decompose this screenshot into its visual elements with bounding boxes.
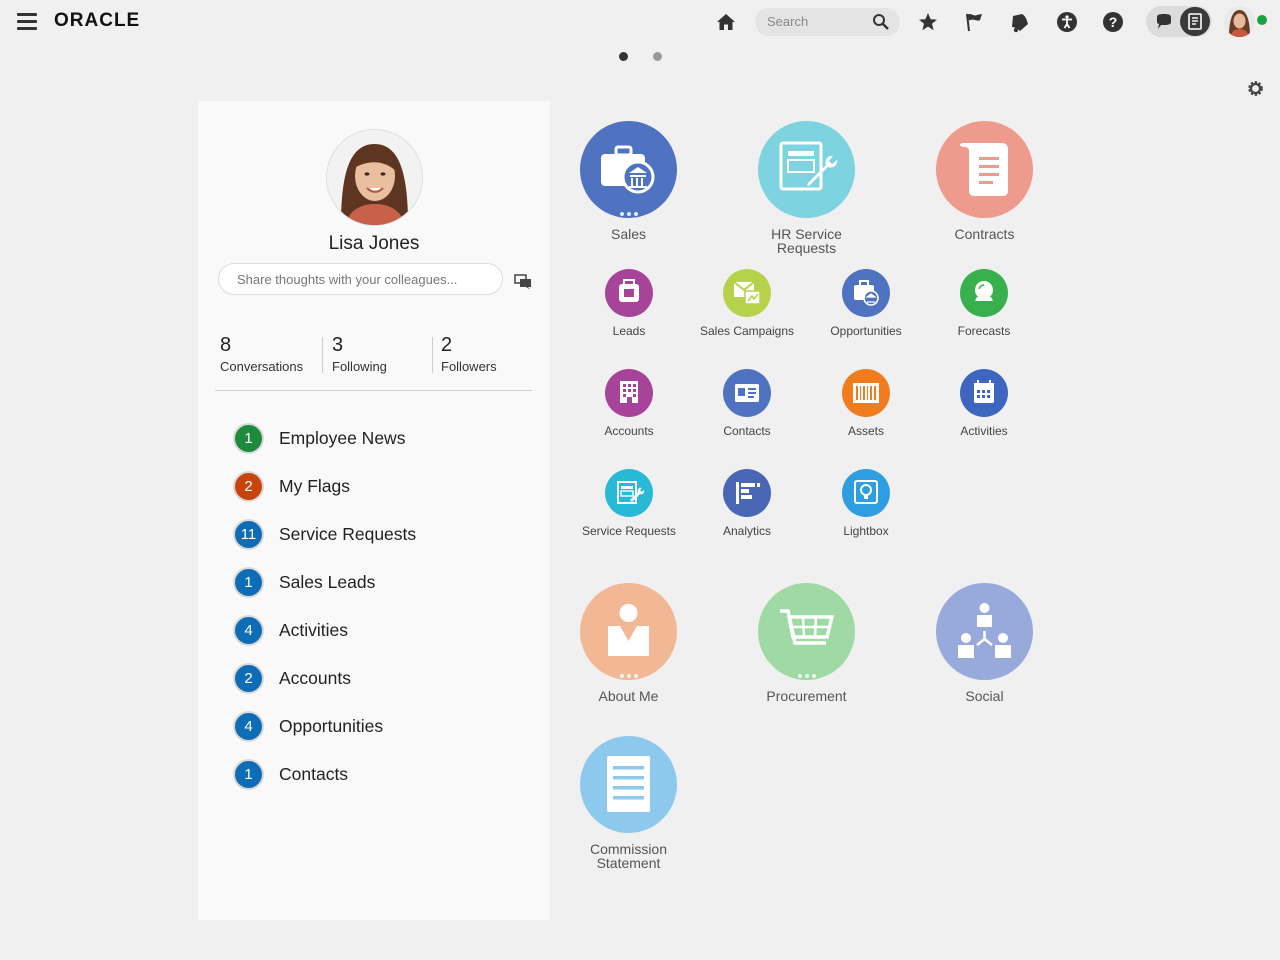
worklist-item-sales-leads[interactable]: 1 Sales Leads: [233, 565, 533, 613]
worklist-label: Employee News: [279, 428, 406, 448]
app-label: HR Service Requests: [771, 226, 842, 256]
gear-icon[interactable]: [1246, 79, 1265, 98]
app-label: Sales: [610, 226, 647, 242]
stat-label: Followers: [441, 359, 497, 374]
count-badge: 1: [233, 759, 264, 790]
divider: [215, 390, 532, 391]
app-label: Commission Statement: [589, 841, 667, 871]
search-field[interactable]: [755, 8, 900, 36]
count-badge: 1: [233, 423, 264, 454]
briefcase-icon: [580, 121, 677, 218]
help-icon[interactable]: ?: [1101, 10, 1125, 34]
app-label: Social: [965, 688, 1004, 704]
worklist-item-employee-news[interactable]: 1 Employee News: [233, 421, 533, 469]
worklist-item-accounts[interactable]: 2 Accounts: [233, 661, 533, 709]
worklist-label: Opportunities: [279, 716, 384, 736]
stat-label: Following: [332, 359, 387, 374]
stat-conversations[interactable]: 8 Conversations: [220, 333, 303, 374]
presence-indicator: [1257, 15, 1267, 25]
count-badge: 4: [233, 615, 264, 646]
scroll-icon: [936, 121, 1033, 218]
app-label: Activities: [960, 424, 1008, 438]
search-input[interactable]: [767, 14, 867, 29]
profile-photo[interactable]: [326, 129, 423, 226]
oracle-logo[interactable]: ORACLE: [54, 10, 140, 32]
share-field[interactable]: [218, 263, 503, 295]
more-dots: [758, 665, 855, 683]
search-icon[interactable]: [872, 13, 890, 31]
person-badge-icon: [580, 583, 677, 680]
global-header: ORACLE ?: [0, 0, 1280, 46]
svg-text:?: ?: [1109, 14, 1118, 30]
bell-icon[interactable]: [1008, 10, 1032, 34]
stat-label: Conversations: [220, 359, 304, 374]
profile-panel: Lisa Jones 8 Conversations 3 Following 2…: [198, 101, 550, 920]
more-dots: [580, 203, 677, 221]
worklist-label: Contacts: [279, 764, 349, 784]
count-badge: 2: [233, 471, 264, 502]
leads-icon: [605, 269, 653, 317]
flag-icon[interactable]: [962, 10, 986, 34]
form-wrench-icon: [758, 121, 855, 218]
form-wrench-icon: [605, 469, 653, 517]
stat-divider: [432, 337, 433, 373]
app-label: Contracts: [954, 226, 1015, 242]
stat-divider: [322, 337, 323, 373]
mail-chart-icon: [723, 269, 771, 317]
opportunity-icon: [842, 269, 890, 317]
worklist-label: Activities: [279, 620, 349, 640]
app-label: Procurement: [766, 688, 847, 704]
chat-icon[interactable]: [1154, 12, 1174, 32]
conversation-icon[interactable]: [514, 274, 532, 290]
user-avatar[interactable]: [1224, 6, 1255, 37]
stat-value: 2: [441, 334, 453, 356]
stat-followers[interactable]: 2 Followers: [441, 333, 497, 374]
menu-icon[interactable]: [17, 13, 37, 31]
home-icon[interactable]: [714, 10, 738, 34]
stat-value: 3: [332, 334, 344, 356]
count-badge: 11: [233, 519, 264, 550]
app-label: Lightbox: [843, 524, 889, 538]
count-badge: 4: [233, 711, 264, 742]
worklist-label: Sales Leads: [279, 572, 376, 592]
worklist-label: My Flags: [279, 476, 350, 496]
notes-icon: [1188, 13, 1202, 30]
worklist: 1 Employee News 2 My Flags 11 Service Re…: [233, 421, 533, 805]
share-input[interactable]: [237, 272, 487, 287]
crystal-ball-icon: [960, 269, 1008, 317]
worklist-item-activities[interactable]: 4 Activities: [233, 613, 533, 661]
document-icon: [580, 736, 677, 833]
stat-following[interactable]: 3 Following: [332, 333, 387, 374]
more-dots: [580, 665, 677, 683]
analytics-icon: [723, 469, 771, 517]
stat-value: 8: [220, 334, 232, 356]
people-network-icon: [936, 583, 1033, 680]
count-badge: 1: [233, 567, 264, 598]
worklist-label: Accounts: [279, 668, 351, 688]
worklist-item-service-requests[interactable]: 11 Service Requests: [233, 517, 533, 565]
cart-icon: [758, 583, 855, 680]
lightbulb-icon: [842, 469, 890, 517]
worklist-item-my-flags[interactable]: 2 My Flags: [233, 469, 533, 517]
contact-card-icon: [723, 369, 771, 417]
count-badge: 2: [233, 663, 264, 694]
worklist-item-contacts[interactable]: 1 Contacts: [233, 757, 533, 805]
page-indicator-1[interactable]: [619, 52, 628, 61]
barcode-icon: [842, 369, 890, 417]
app-label: About Me: [598, 688, 659, 704]
worklist-item-opportunities[interactable]: 4 Opportunities: [233, 709, 533, 757]
profile-name: Lisa Jones: [328, 233, 420, 254]
calendar-icon: [960, 369, 1008, 417]
building-icon: [605, 369, 653, 417]
star-icon[interactable]: [916, 10, 940, 34]
app-label: Forecasts: [957, 324, 1011, 338]
worklist-label: Service Requests: [279, 524, 417, 544]
accessibility-icon[interactable]: [1055, 10, 1079, 34]
collaboration-toggle: [1146, 6, 1212, 37]
notes-button[interactable]: [1180, 7, 1210, 36]
page-indicator-2[interactable]: [653, 52, 662, 61]
